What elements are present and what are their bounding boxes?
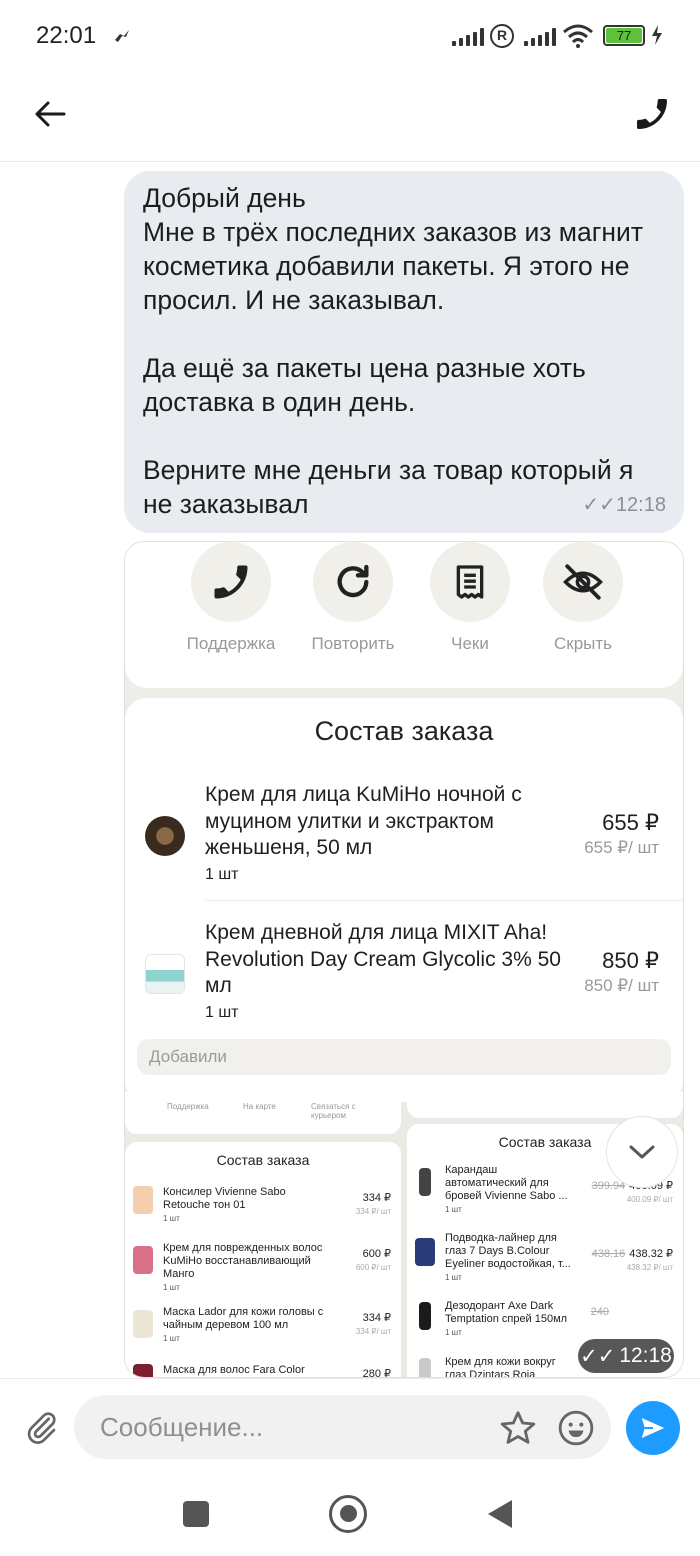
favorite-button[interactable] (498, 1408, 538, 1448)
item-price: 850 ₽ (602, 948, 659, 973)
status-time: 22:01 (36, 22, 97, 49)
send-icon (641, 1418, 665, 1438)
mini-actions-card-right (407, 1092, 683, 1118)
item-name: Крем дневной для лица MIXIT Aha! Revolut… (205, 920, 575, 1026)
order-actions-card: Поддержка Повторить Чеки Скрыть (125, 542, 683, 688)
mini-item: Консилер Vivienne Sabo Retouche тон 01 1 … (125, 1186, 401, 1236)
item-price: 655 ₽ (602, 810, 659, 835)
item-qty: 1 шт (205, 1003, 239, 1021)
double-check-icon: ✓✓ (582, 494, 616, 516)
item-name: Крем для лица KuMiHo ночной с муцином ул… (205, 782, 575, 888)
product-image (133, 1310, 153, 1338)
phone-icon (191, 542, 271, 622)
action-receipts: Чеки (415, 542, 525, 654)
chat-area[interactable]: Добрый день Мне в трёх последних заказов… (0, 163, 700, 1378)
charging-icon (650, 24, 664, 51)
bird-icon (112, 26, 132, 51)
double-check-icon: ✓✓ (580, 1344, 616, 1368)
battery-icon: 77 (603, 25, 645, 46)
send-button[interactable] (626, 1401, 680, 1455)
mini-item: Маска Lador для кожи головы с чайным дер… (125, 1306, 401, 1356)
attach-button[interactable] (24, 1409, 60, 1445)
product-image (145, 816, 185, 856)
phone-icon (637, 99, 667, 129)
registered-icon: R (490, 24, 514, 48)
mini-item: Крем для поврежденных волос KuMiHo восст… (125, 1242, 401, 1302)
signal-2-icon (524, 28, 556, 46)
system-nav-bar (0, 1474, 700, 1556)
home-button[interactable] (329, 1495, 367, 1533)
triangle-back-icon (488, 1500, 512, 1528)
call-button[interactable] (632, 94, 672, 134)
product-image (419, 1302, 431, 1330)
chevron-down-icon (629, 1145, 655, 1159)
action-support: Поддержка (176, 542, 286, 654)
action-repeat: Повторить (298, 542, 408, 654)
mini-actions-card: Поддержка На карте Связаться с курьером (125, 1092, 401, 1134)
emoji-button[interactable] (556, 1408, 596, 1448)
message-bubble[interactable]: Добрый день Мне в трёх последних заказов… (124, 171, 684, 533)
recents-button[interactable] (183, 1501, 209, 1527)
emoji-icon (558, 1410, 594, 1446)
order-title: Состав заказа (314, 716, 494, 746)
back-button[interactable] (30, 94, 70, 134)
order-contents-card: Состав заказа Крем для лица KuMiHo ночно… (125, 698, 683, 1103)
wifi-icon (562, 24, 594, 53)
star-icon (500, 1411, 536, 1444)
order-item: Крем для лица KuMiHo ночной с муцином ул… (125, 782, 683, 892)
attachment-time: ✓✓ 12:18 (578, 1339, 674, 1373)
product-image (415, 1238, 435, 1266)
receipt-icon (430, 542, 510, 622)
item-unit-price: 850 ₽/ шт (584, 976, 659, 995)
mini-item: Маска для волос Fara Color Fresh 280 ₽ (125, 1364, 401, 1377)
action-label: Чеки (451, 634, 489, 653)
scroll-down-button[interactable] (606, 1116, 678, 1188)
product-image (419, 1358, 431, 1377)
status-bar: 22:01 R 77 (0, 0, 700, 72)
message-time: ✓✓12:18 (582, 494, 666, 516)
added-section-header: Добавили (137, 1039, 671, 1075)
divider (205, 900, 683, 901)
message-text: Добрый день Мне в трёх последних заказов… (143, 183, 643, 519)
item-qty: 1 шт (205, 865, 239, 883)
message-composer (0, 1378, 700, 1474)
action-label: Поддержка (186, 634, 276, 653)
product-image (133, 1246, 153, 1274)
mini-item: Подводка-лайнер для глаз 7 Days B.Colour… (407, 1232, 683, 1292)
home-icon (339, 1505, 357, 1522)
refresh-icon (313, 542, 393, 622)
arrow-left-icon (35, 101, 66, 127)
mini-order-title: Состав заказа (216, 1152, 310, 1168)
chat-header (0, 72, 700, 162)
action-label: Скрыть (553, 634, 613, 653)
action-label: Повторить (311, 634, 395, 653)
product-image (133, 1186, 153, 1214)
order-item: Крем дневной для лица MIXIT Aha! Revolut… (125, 920, 683, 1030)
action-hide: Скрыть (528, 542, 638, 654)
attached-screenshot[interactable]: Поддержка Повторить Чеки Скрыть Состав з… (124, 541, 684, 1378)
product-image (419, 1168, 431, 1196)
back-nav-button[interactable] (486, 1498, 514, 1535)
product-image (133, 1364, 153, 1377)
signal-icon (452, 28, 484, 46)
collage-lower: Поддержка На карте Связаться с курьером … (125, 1092, 683, 1377)
mini-order-card-left: Состав заказа Консилер Vivienne Sabo Ret… (125, 1142, 401, 1377)
eye-off-icon (543, 542, 623, 622)
product-image (145, 954, 185, 994)
paperclip-icon (27, 1412, 56, 1444)
item-unit-price: 655 ₽/ шт (584, 838, 659, 857)
